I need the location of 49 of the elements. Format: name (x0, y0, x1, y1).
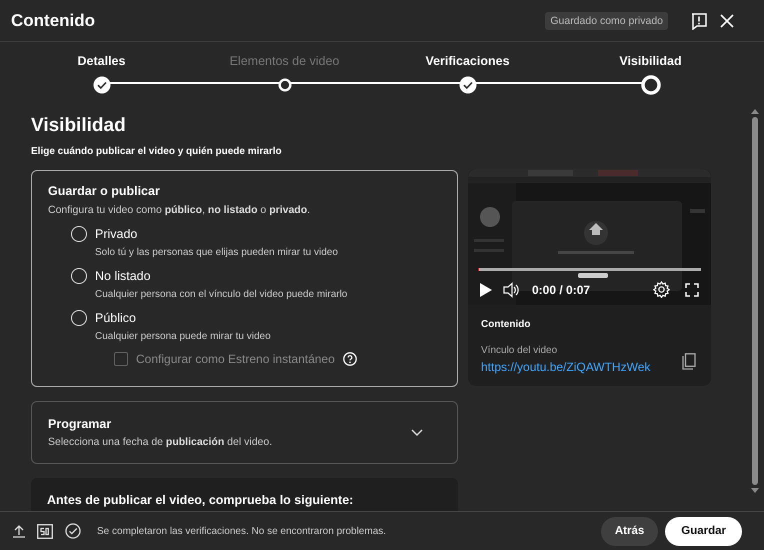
back-button[interactable]: Atrás (600, 516, 658, 546)
scrollbar-thumb[interactable] (752, 117, 758, 485)
card-description: Configura tu video como público, no listado o privado. (48, 204, 312, 216)
dialog-title: Contenido (11, 10, 96, 30)
close-icon[interactable] (718, 12, 736, 30)
link-label: Vínculo del video (481, 345, 558, 356)
radio-button[interactable] (71, 226, 87, 242)
video-link[interactable]: https://youtu.be/ZiQAWTHzWek (481, 360, 682, 374)
video-time: 0:00 / 0:07 (532, 282, 592, 296)
option-description: Cualquier persona puede mirar tu video (95, 331, 272, 342)
radio-label[interactable]: No listado (95, 269, 441, 283)
card-title: Guardar o publicar (48, 184, 161, 198)
radio-button[interactable] (71, 268, 87, 284)
volume-icon[interactable] (503, 282, 520, 298)
save-button[interactable]: Guardar (665, 516, 742, 546)
upload-icon[interactable] (13, 524, 25, 538)
scroll-down-icon[interactable] (751, 488, 759, 494)
checklist-card: Antes de publicar el video, comprueba lo siguiente: (31, 478, 458, 511)
card-title: Programar (48, 417, 112, 431)
step-label[interactable]: Detalles (78, 54, 126, 72)
feedback-icon[interactable] (690, 12, 708, 30)
help-icon[interactable] (342, 352, 357, 366)
step-checked-icon[interactable] (458, 76, 476, 94)
step-current-icon[interactable] (640, 75, 660, 95)
copy-icon[interactable] (682, 353, 696, 370)
step-label[interactable]: Verificaciones (425, 54, 510, 72)
play-icon[interactable] (479, 282, 493, 298)
option-description: Solo tú y las personas que elijas pueden mirar tu video (95, 247, 339, 258)
step-checked-icon[interactable] (92, 76, 110, 94)
saved-status-badge: Guardado como privado (545, 12, 668, 30)
radio-label[interactable]: Público (95, 311, 441, 325)
settings-icon[interactable] (653, 281, 670, 298)
section-subtitle: Elige cuándo publicar el video y quién puede mirarlo (31, 146, 283, 157)
checkbox-label: Configurar como Estreno instantáneo (136, 352, 335, 366)
radio-button[interactable] (71, 310, 87, 326)
section-title: Visibilidad (31, 115, 127, 138)
card-description: Selecciona una fecha de publicación del video. (48, 436, 274, 448)
video-title: Contenido (481, 319, 532, 330)
option-description: Cualquier persona con el vínculo del video puede mirarlo (95, 289, 348, 300)
radio-label[interactable]: Privado (95, 227, 441, 241)
step-circle-icon[interactable] (278, 78, 292, 92)
schedule-card[interactable]: Programar Selecciona una fecha de publicación del video. (31, 401, 458, 464)
chevron-icon[interactable] (410, 428, 424, 438)
check-circle-icon (65, 523, 81, 539)
sd-quality-icon (37, 524, 53, 538)
step-label[interactable]: Visibilidad (619, 54, 682, 72)
scroll-up-icon[interactable] (751, 108, 759, 114)
status-message: Se completaron las verificaciones. No se encontraron problemas. (97, 526, 388, 536)
fullscreen-icon[interactable] (685, 282, 699, 296)
